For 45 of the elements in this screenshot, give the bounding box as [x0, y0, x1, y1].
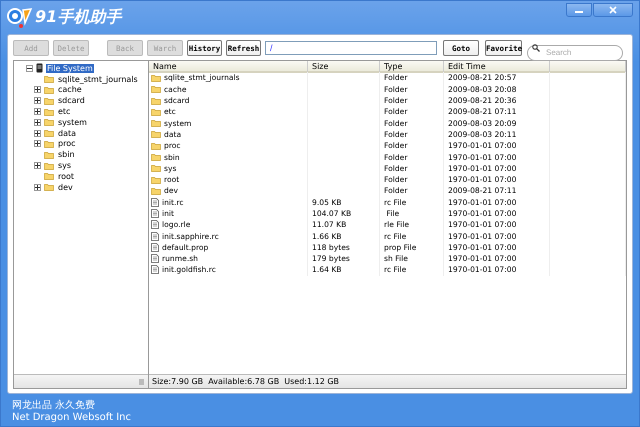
tree-item[interactable]: sdcard: [57, 96, 86, 106]
minimize-button[interactable]: [566, 3, 592, 17]
expand-toggle[interactable]: [34, 184, 41, 191]
column-header[interactable]: Edit Time: [444, 61, 550, 73]
tree-item[interactable]: system: [57, 118, 88, 127]
tree-item[interactable]: sys: [57, 161, 72, 170]
logo-icon: [7, 6, 33, 28]
tree-item[interactable]: File System: [46, 64, 94, 73]
tree-item[interactable]: sqlite_stmt_journals: [57, 74, 139, 84]
app-title: 91手机助手: [35, 7, 122, 28]
document-icon: [151, 232, 159, 241]
expand-toggle[interactable]: [34, 97, 41, 104]
footer-text: Net Dragon Websoft Inc: [12, 412, 132, 424]
document-icon: [151, 198, 159, 207]
tree-item[interactable]: root: [57, 172, 76, 181]
expand-toggle[interactable]: [34, 162, 41, 170]
search-icon: [532, 44, 540, 52]
document-icon: [151, 220, 159, 230]
expand-toggle[interactable]: [34, 140, 41, 148]
close-button[interactable]: [593, 3, 633, 17]
phone-icon: [36, 63, 43, 74]
tree-item[interactable]: sbin: [57, 150, 76, 160]
search-field[interactable]: Search: [527, 44, 623, 60]
tree-item[interactable]: proc: [57, 139, 76, 148]
tree-item[interactable]: data: [57, 128, 78, 138]
close-icon: [609, 6, 617, 14]
footer-text: 网龙出品 永久免费: [12, 400, 96, 412]
document-icon: [151, 265, 159, 274]
tree-item[interactable]: dev: [57, 182, 74, 192]
document-icon: [151, 242, 159, 252]
document-icon: [151, 209, 159, 218]
column-header[interactable]: Size: [308, 61, 380, 73]
expand-toggle[interactable]: [34, 130, 41, 137]
column-header[interactable]: Type: [380, 61, 444, 73]
grip-icon: [139, 378, 144, 384]
expand-toggle[interactable]: [34, 108, 41, 116]
path-field[interactable]: /: [265, 41, 437, 55]
document-icon: [151, 254, 159, 264]
expand-toggle[interactable]: [34, 86, 41, 94]
tree-item[interactable]: etc: [57, 107, 72, 116]
expand-toggle[interactable]: [34, 118, 41, 126]
column-header[interactable]: Name: [149, 61, 308, 73]
tree-item[interactable]: cache: [57, 85, 83, 94]
collapse-toggle[interactable]: [26, 64, 33, 72]
status-text: Size:7.90 GB Available:6.78 GB Used:1.12 GB: [149, 374, 626, 388]
